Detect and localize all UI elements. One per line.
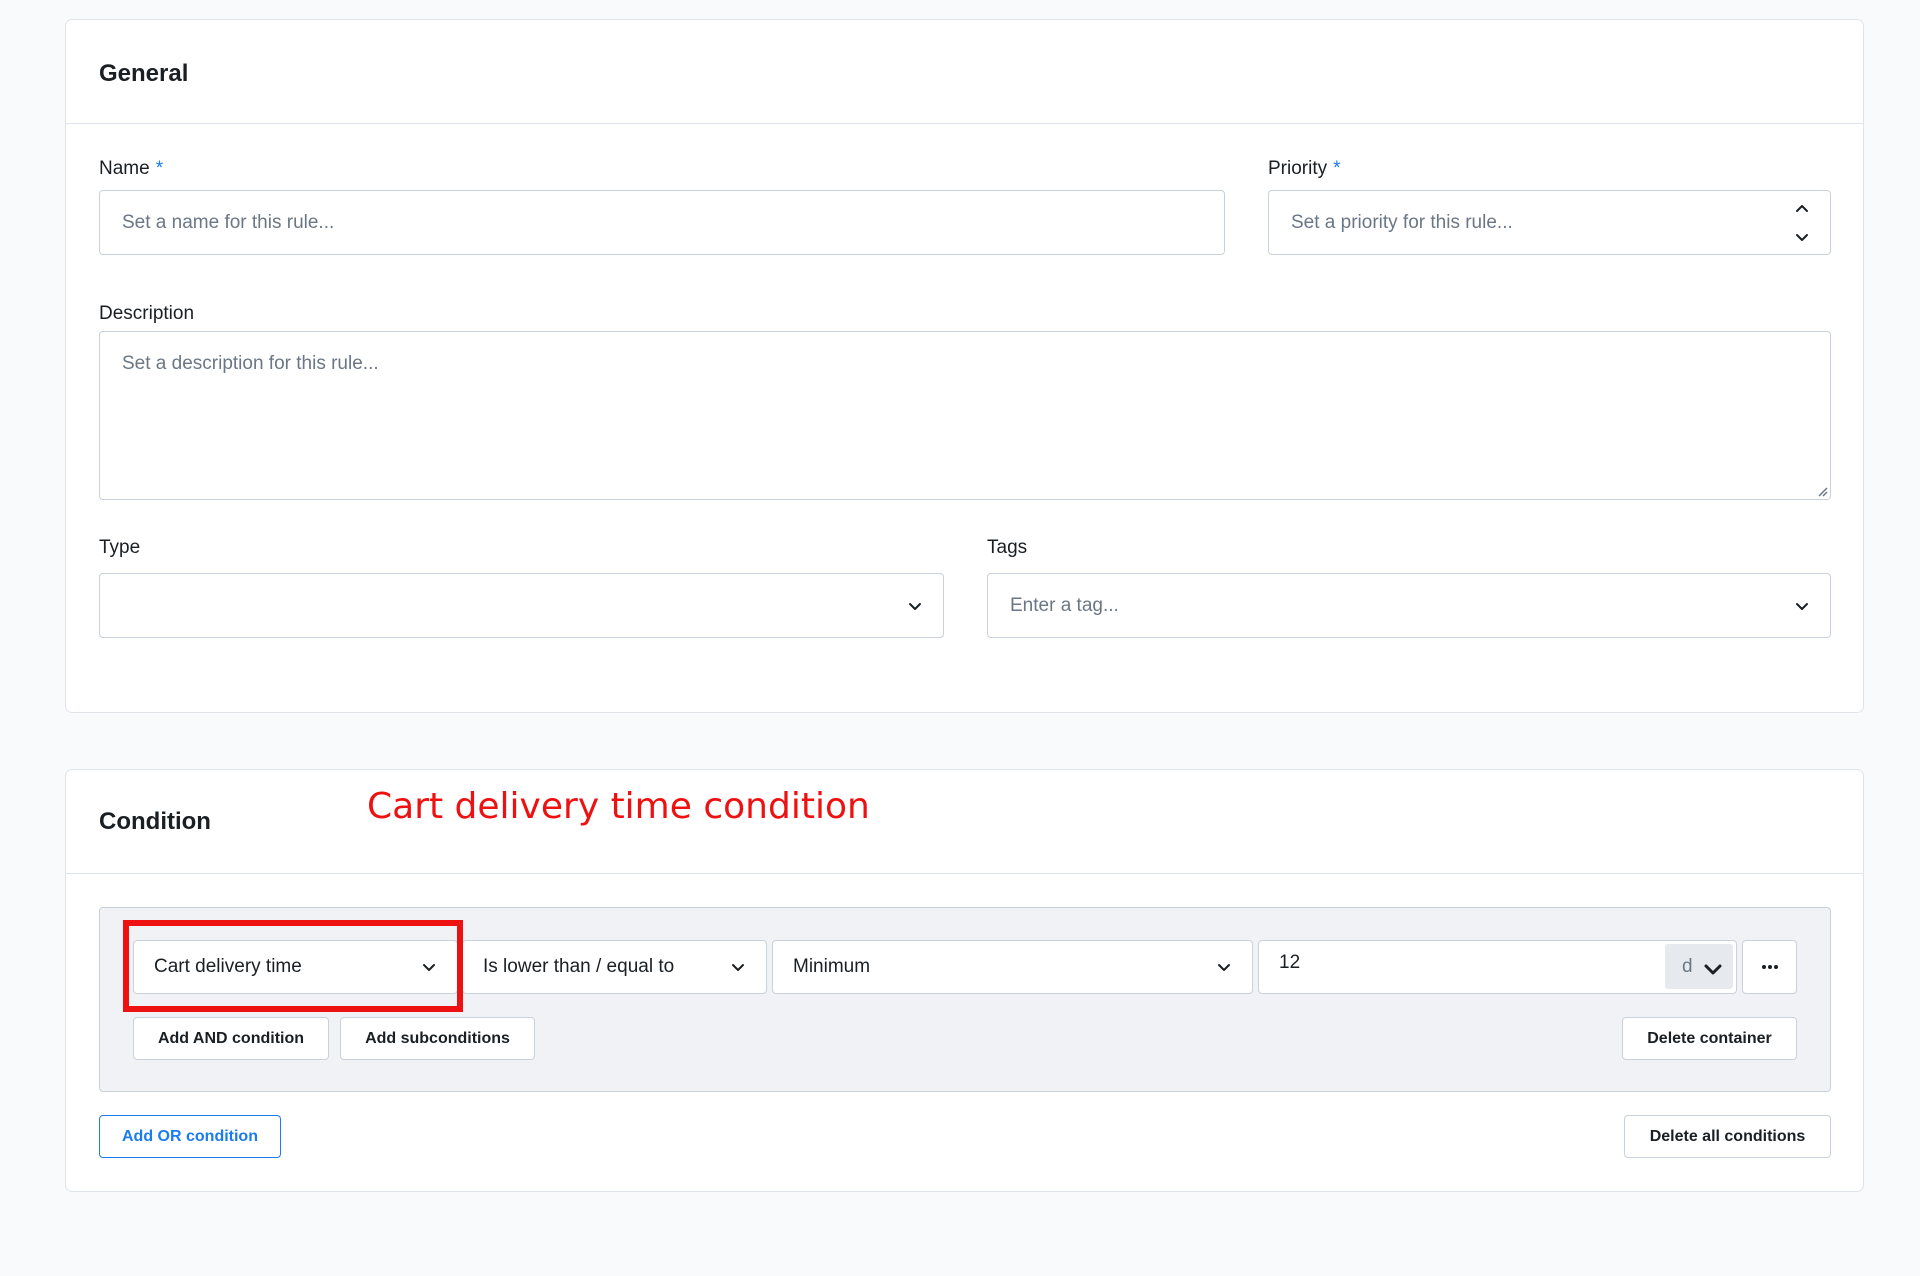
operator-select-value: Is lower than / equal to [483,956,675,977]
tags-select-placeholder: Enter a tag... [1010,594,1119,616]
condition-card-title: Condition [99,808,211,835]
condition-card-header: Condition Cart delivery time condition [66,770,1863,874]
more-actions-button[interactable] [1742,940,1797,994]
general-card-title: General [99,60,189,87]
delete-container-button[interactable]: Delete container [1622,1017,1797,1060]
chevron-down-icon[interactable] [1794,229,1810,245]
ellipsis-icon [1761,965,1778,969]
resize-handle-icon[interactable] [1814,483,1828,497]
type-label: Type [99,537,141,558]
tags-select[interactable]: Enter a tag... [987,573,1831,638]
aggregate-select[interactable]: Minimum [772,940,1253,994]
delete-all-conditions-button[interactable]: Delete all conditions [1624,1115,1831,1158]
description-textarea-placeholder: Set a description for this rule... [122,353,379,374]
chevron-down-icon [732,964,744,971]
name-input-placeholder: Set a name for this rule... [122,211,335,233]
value-input-value: 12 [1279,952,1301,973]
unit-select[interactable]: d [1665,944,1733,989]
description-textarea[interactable]: Set a description for this rule... [99,331,1831,500]
general-card-header: General [66,20,1863,124]
chevron-down-icon [423,964,435,971]
priority-input-placeholder: Set a priority for this rule... [1291,211,1513,233]
condition-card: Condition Cart delivery time condition C… [65,769,1864,1192]
type-select[interactable] [99,573,944,638]
priority-label-text: Priority [1268,158,1328,179]
tags-label: Tags [987,537,1028,558]
add-subconditions-button[interactable]: Add subconditions [340,1017,535,1060]
name-label-text: Name [99,158,150,179]
condition-type-select[interactable]: Cart delivery time [133,940,458,994]
priority-input[interactable]: Set a priority for this rule... [1268,190,1831,255]
unit-select-value: d [1682,955,1693,977]
condition-type-select-value: Cart delivery time [154,956,302,977]
priority-required-mark: * [1333,158,1341,179]
general-card: General Name * Set a name for this rule..… [65,19,1864,713]
add-or-condition-button[interactable]: Add OR condition [99,1115,281,1158]
value-input[interactable]: 12 d [1258,940,1737,994]
name-required-mark: * [155,158,164,179]
operator-select[interactable]: Is lower than / equal to [462,940,767,994]
chevron-down-icon [909,603,921,610]
chevron-down-icon [1704,964,1722,975]
add-and-condition-button[interactable]: Add AND condition [133,1017,329,1060]
priority-label: Priority * [1268,158,1341,180]
chevron-down-icon [1796,603,1808,610]
chevron-up-icon[interactable] [1794,201,1810,217]
chevron-down-icon [1218,964,1230,971]
annotation-title: Cart delivery time condition [367,786,870,827]
aggregate-select-value: Minimum [793,956,871,977]
name-label: Name * [99,158,163,180]
name-input[interactable]: Set a name for this rule... [99,190,1225,255]
description-label: Description [99,303,195,324]
condition-container: Cart delivery time Is lower than / equal… [99,907,1831,1092]
